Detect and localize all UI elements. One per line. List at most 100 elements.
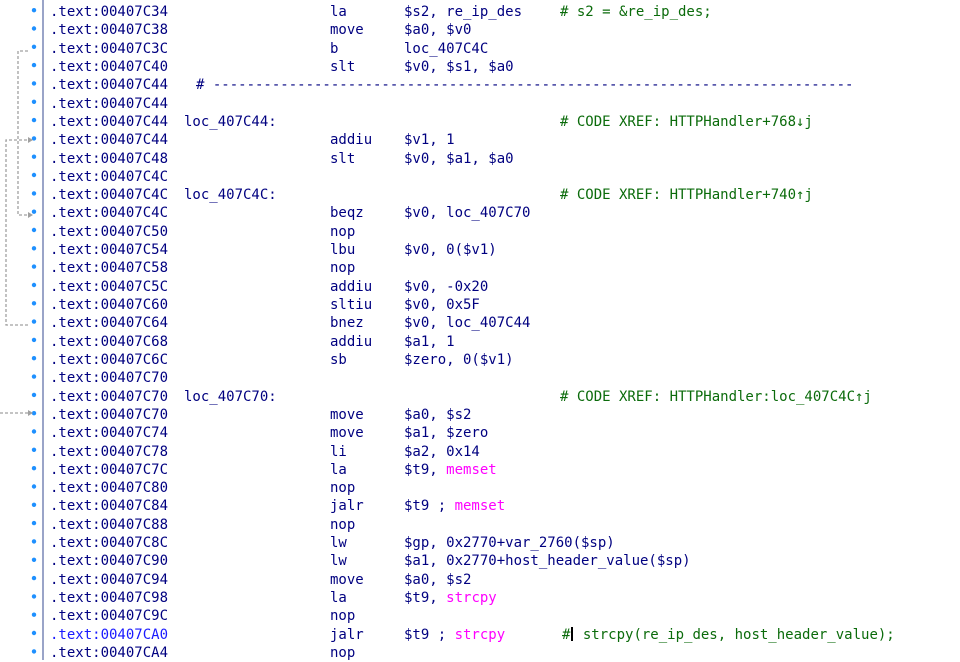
operand-text[interactable]: loc_407C4C [404,41,488,57]
address[interactable]: .text:00407C5C [50,278,168,296]
operand-text[interactable]: $v0, 0x5F [404,297,480,313]
address[interactable]: .text:00407C4C [50,168,168,186]
address[interactable]: .text:00407C6C [50,351,168,369]
address[interactable]: .text:00407C98 [50,589,168,607]
address[interactable]: .text:00407C44 [50,76,168,94]
mnemonic[interactable]: move [330,21,364,39]
mnemonic[interactable]: nop [330,607,355,625]
mnemonic[interactable]: lbu [330,241,355,259]
breakpoint-dot[interactable] [31,209,37,214]
breakpoint-dot[interactable] [31,227,37,233]
address[interactable]: .text:00407C3C [50,40,168,58]
address[interactable]: .text:00407C84 [50,497,168,515]
breakpoint-dot[interactable] [31,612,37,617]
mnemonic[interactable]: nop [330,516,355,534]
mnemonic[interactable]: addiu [330,131,372,149]
operands[interactable]: $a1, $zero [404,424,488,442]
operand-text[interactable]: $t9, [404,462,446,478]
listing-row[interactable]: .text:00407C44 # ------------------------… [46,76,960,94]
mnemonic[interactable]: addiu [330,333,372,351]
mnemonic[interactable]: addiu [330,278,372,296]
operands[interactable]: $v0, 0($v1) [404,241,497,259]
mnemonic[interactable]: sltiu [330,296,372,314]
listing-row[interactable]: .text:00407C94 move $a0, $s2 [46,571,960,589]
mnemonic[interactable]: slt [330,58,355,76]
breakpoint-dot[interactable] [31,282,37,288]
address[interactable]: .text:00407C44 [50,131,168,149]
code-label[interactable]: loc_407C44: [184,113,277,131]
code-xref-comment[interactable]: # CODE XREF: HTTPHandler:loc_407C4C↑j [560,388,872,406]
listing-row[interactable]: .text:00407C64 bnez $v0, loc_407C44 [46,314,960,332]
listing-row[interactable]: .text:00407C70 move $a0, $s2 [46,406,960,424]
breakpoint-dot[interactable] [31,502,37,507]
import-symbol[interactable]: strcpy [455,627,506,643]
mnemonic[interactable]: nop [330,479,355,497]
operand-text[interactable]: $a1, 0x2770+host_header_value($sp) [404,553,691,569]
breakpoint-dot[interactable] [31,374,37,379]
listing-row[interactable]: .text:00407C68 addiu $a1, 1 [46,333,960,351]
address[interactable]: .text:00407C44 [50,95,168,113]
code-label[interactable]: loc_407C70: [184,388,277,406]
address[interactable]: .text:00407C70 [50,369,168,387]
operands[interactable]: $a0, $s2 [404,571,471,589]
listing-row[interactable]: .text:00407C70 [46,369,960,387]
operand-text[interactable]: $t9 ; [404,498,455,514]
listing-row[interactable]: .text:00407C88 nop [46,516,960,534]
breakpoint-dot[interactable] [31,62,37,68]
breakpoint-dot[interactable] [31,429,37,434]
breakpoint-dot[interactable] [31,466,37,471]
address[interactable]: .text:00407C68 [50,333,168,351]
operands[interactable]: $a0, $v0 [404,21,471,39]
breakpoint-dot[interactable] [31,154,37,159]
address[interactable]: .text:00407C88 [50,516,168,534]
operand-text[interactable]: $s2, re_ip_des [404,4,522,20]
listing-row[interactable]: .text:00407C3C b loc_407C4C [46,40,960,58]
listing-row[interactable]: .text:00407C4C beqz $v0, loc_407C70 [46,204,960,222]
code-label[interactable]: loc_407C4C: [184,186,277,204]
listing-row[interactable]: .text:00407C34 la $s2, re_ip_des # s2 = &re… [46,3,960,21]
operand-text[interactable]: $v0, 0($v1) [404,242,497,258]
mnemonic[interactable]: slt [330,150,355,168]
breakpoint-dot[interactable] [31,447,37,452]
address[interactable]: .text:00407C58 [50,259,168,277]
listing-row[interactable]: .text:00407C9C nop [46,607,960,625]
breakpoint-dot[interactable] [31,630,37,636]
listing-row[interactable]: .text:00407C44 [46,95,960,113]
address[interactable]: .text:00407C38 [50,21,168,39]
listing-row[interactable]: .text:00407C60 sltiu $v0, 0x5F [46,296,960,314]
operand-text[interactable]: $v0, loc_407C44 [404,315,530,331]
mnemonic[interactable]: la [330,461,347,479]
operands[interactable]: $v0, loc_407C44 [404,314,530,332]
breakpoint-dot[interactable] [31,392,37,398]
operand-text[interactable]: $t9 ; [404,627,455,643]
breakpoint-dot[interactable] [31,594,37,599]
breakpoint-dot[interactable] [31,8,37,13]
listing-row[interactable]: .text:00407C44 addiu $v1, 1 [46,131,960,149]
operands[interactable]: $gp, 0x2770+var_2760($sp) [404,534,615,552]
breakpoint-dot[interactable] [31,172,37,178]
listing-row[interactable]: .text:00407C44 loc_407C44: # CODE XREF: HT… [46,113,960,131]
operand-text[interactable]: $t9, [404,590,446,606]
listing-row[interactable]: .text:00407C40 slt $v0, $s1, $a0 [46,58,960,76]
operand-text[interactable]: $a0, $s2 [404,572,471,588]
operands[interactable]: $s2, re_ip_des [404,3,522,21]
breakpoint-dot[interactable] [31,356,37,361]
import-symbol[interactable]: strcpy [446,590,497,606]
operands[interactable]: $v0, loc_407C70 [404,204,530,222]
breakpoint-dot[interactable] [31,191,37,196]
address[interactable]: .text:00407CA4 [50,644,168,662]
operand-text[interactable]: $a0, $s2 [404,407,471,423]
mnemonic[interactable]: lw [330,534,347,552]
operands[interactable]: $t9, strcpy [404,589,497,607]
operands[interactable]: $t9 ; memset [404,497,505,515]
listing-row[interactable]: .text:00407C58 nop [46,259,960,277]
breakpoint-dot[interactable] [31,557,37,562]
operands[interactable]: $v0, -0x20 [404,278,488,296]
address[interactable]: .text:00407C50 [50,223,168,241]
mnemonic[interactable]: lw [330,552,347,570]
address[interactable]: .text:00407C4C [50,186,168,204]
breakpoint-dot[interactable] [31,649,37,654]
listing-row[interactable]: .text:00407C98 la $t9, strcpy [46,589,960,607]
mnemonic[interactable]: move [330,424,364,442]
operand-text[interactable]: $a1, 1 [404,334,455,350]
